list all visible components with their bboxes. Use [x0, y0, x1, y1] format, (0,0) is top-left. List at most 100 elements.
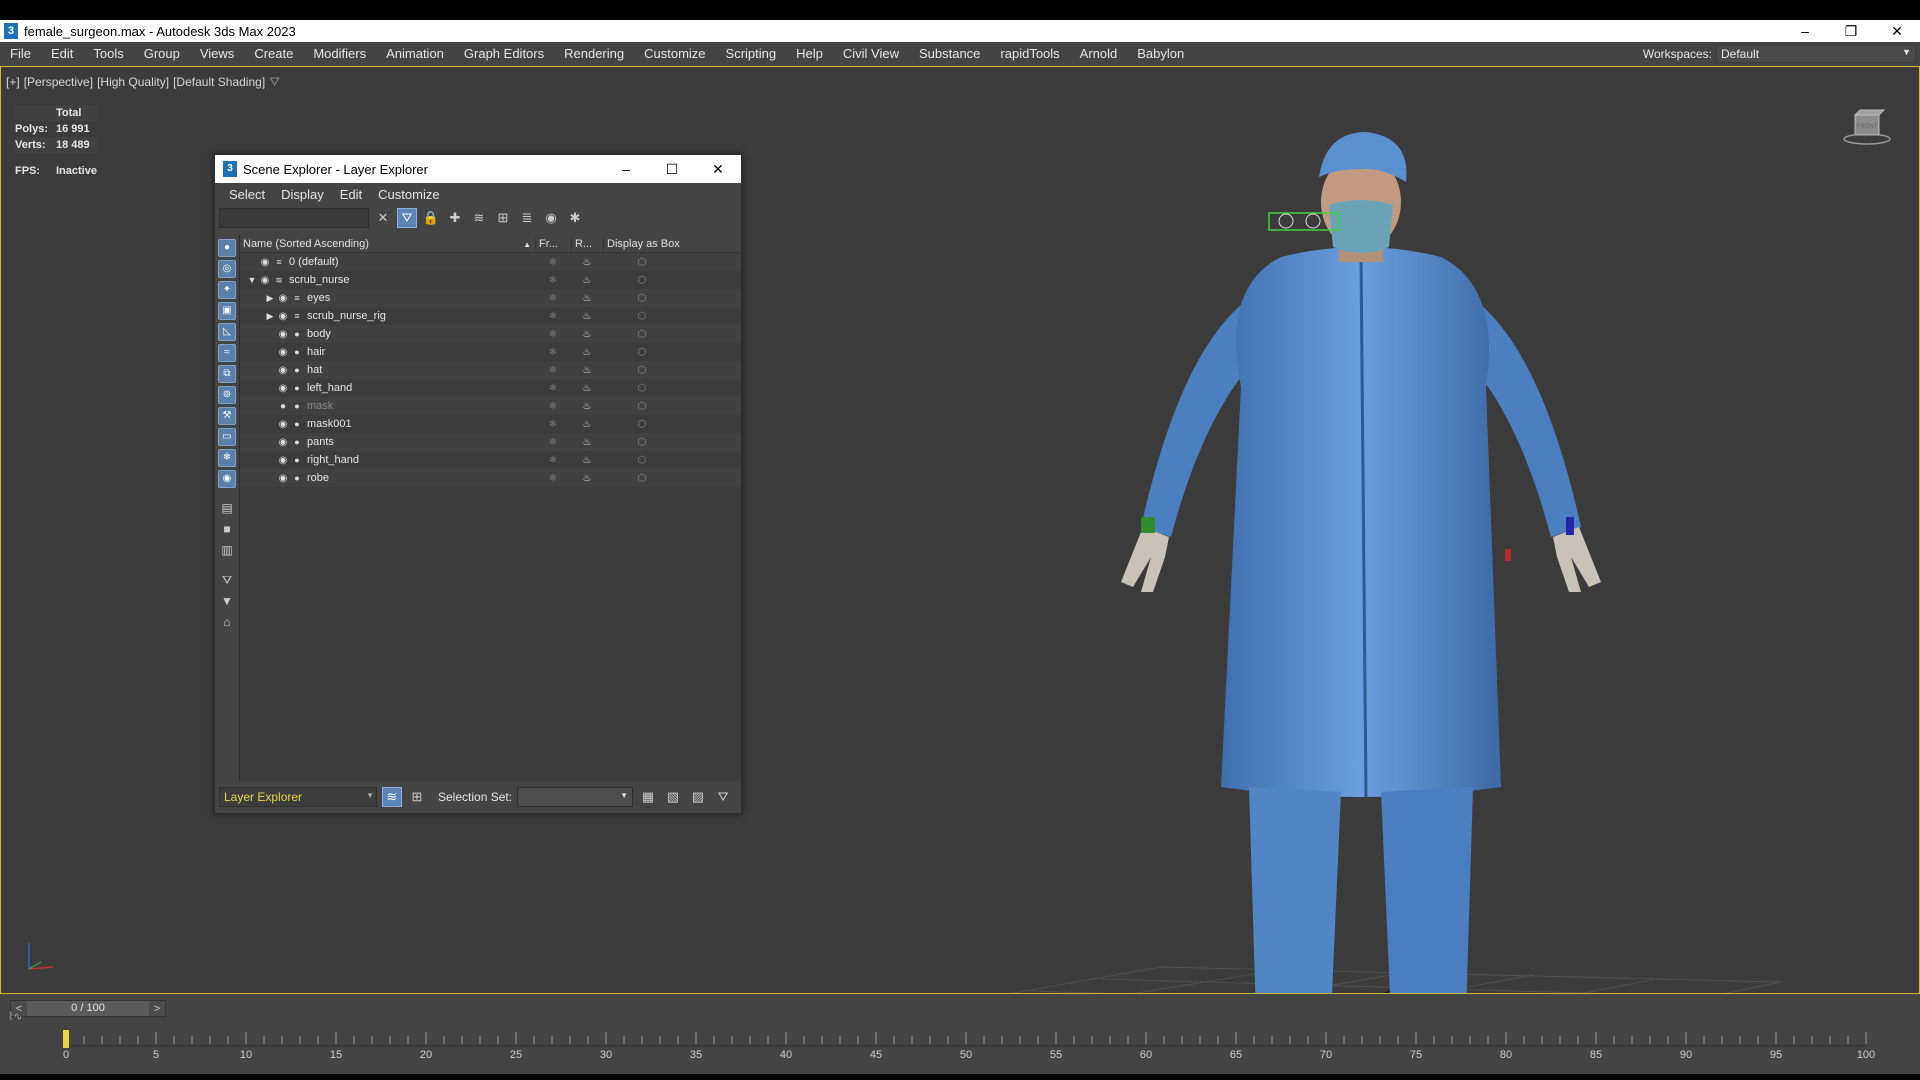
lock-icon[interactable]: 🔒: [421, 208, 441, 228]
renderable-teapot-icon[interactable]: ♨: [571, 365, 603, 376]
renderable-teapot-icon[interactable]: ♨: [571, 419, 603, 430]
freeze-icon[interactable]: ❄: [535, 401, 571, 412]
sort-by-hierarchy-icon[interactable]: ⊞: [407, 787, 427, 807]
renderable-teapot-icon[interactable]: ♨: [571, 311, 603, 322]
menu-edit[interactable]: Edit: [41, 42, 83, 66]
explorer-close-button[interactable]: ✕: [695, 155, 741, 183]
layer-row[interactable]: ◉ ● robe ❄ ♨ ⬡: [240, 469, 741, 487]
renderable-teapot-icon[interactable]: ♨: [571, 257, 603, 268]
renderable-teapot-icon[interactable]: ♨: [571, 401, 603, 412]
display-as-box-icon[interactable]: ⬡: [603, 257, 741, 268]
sync-selection-icon[interactable]: ✱: [565, 208, 585, 228]
display-as-box-icon[interactable]: ⬡: [603, 401, 741, 412]
layer-row[interactable]: ◉ ● hair ❄ ♨ ⬡: [240, 343, 741, 361]
filter-toggle-icon[interactable]: ⛛: [397, 208, 417, 228]
freeze-icon[interactable]: ❄: [535, 455, 571, 466]
display-as-box-icon[interactable]: ⬡: [603, 365, 741, 376]
footer-filter-icon[interactable]: ⛛: [713, 787, 733, 807]
display-none-icon[interactable]: ■: [218, 521, 236, 539]
renderable-teapot-icon[interactable]: ♨: [571, 455, 603, 466]
display-as-box-icon[interactable]: ⬡: [603, 455, 741, 466]
bones-filter-icon[interactable]: ⚒: [218, 407, 236, 425]
selection-set-dropdown[interactable]: ▼: [517, 787, 634, 807]
curve-editor-icon[interactable]: ⌇∿: [8, 1010, 23, 1023]
workspaces-dropdown[interactable]: Default ▼: [1716, 45, 1916, 63]
create-layer-icon[interactable]: ✚: [445, 208, 465, 228]
expand-toggle-icon[interactable]: ▶: [264, 311, 276, 322]
viewport-general-menu[interactable]: [+]: [6, 75, 20, 89]
explorer-maximize-button[interactable]: ☐: [649, 155, 695, 183]
highlight-icon[interactable]: ◉: [541, 208, 561, 228]
helpers-filter-icon[interactable]: ◺: [218, 323, 236, 341]
layers-stack-icon[interactable]: ≣: [517, 208, 537, 228]
renderable-teapot-icon[interactable]: ♨: [571, 347, 603, 358]
viewport-quality-menu[interactable]: [High Quality]: [97, 75, 169, 89]
menu-substance[interactable]: Substance: [909, 42, 990, 66]
explorer-minimize-button[interactable]: –: [603, 155, 649, 183]
freeze-icon[interactable]: ❄: [535, 365, 571, 376]
layer-row[interactable]: ◉ ● mask001 ❄ ♨ ⬡: [240, 415, 741, 433]
close-button[interactable]: ✕: [1874, 20, 1920, 42]
explorer-menu-edit[interactable]: Edit: [332, 187, 370, 202]
explorer-menu-select[interactable]: Select: [221, 187, 273, 202]
freeze-icon[interactable]: ❄: [535, 473, 571, 484]
expand-toggle-icon[interactable]: ▶: [264, 293, 276, 304]
renderable-teapot-icon[interactable]: ♨: [571, 473, 603, 484]
freeze-icon[interactable]: ❄: [535, 293, 571, 304]
display-as-box-icon[interactable]: ⬡: [603, 419, 741, 430]
filter-options-icon[interactable]: ⛛: [218, 572, 236, 590]
freeze-icon[interactable]: ❄: [535, 257, 571, 268]
display-as-box-icon[interactable]: ⬡: [603, 293, 741, 304]
layer-row[interactable]: ▶ ◉ ≡ scrub_nurse_rig ❄ ♨ ⬡: [240, 307, 741, 325]
layer-row[interactable]: ▶ ◉ ≡ eyes ❄ ♨ ⬡: [240, 289, 741, 307]
frozen-filter-icon[interactable]: ❄: [218, 449, 236, 467]
eye-icon[interactable]: ◉: [258, 257, 272, 268]
layer-row[interactable]: ◉ ● left_hand ❄ ♨ ⬡: [240, 379, 741, 397]
hidden-filter-icon[interactable]: ◉: [218, 470, 236, 488]
add-to-layer-icon[interactable]: ≋: [469, 208, 489, 228]
display-as-box-icon[interactable]: ⬡: [603, 473, 741, 484]
eye-icon[interactable]: ◉: [276, 437, 290, 448]
spacewarps-filter-icon[interactable]: ≈: [218, 344, 236, 362]
viewcube-icon[interactable]: FRONT: [1843, 107, 1891, 147]
xrefs-filter-icon[interactable]: ⊚: [218, 386, 236, 404]
freeze-icon[interactable]: ❄: [535, 419, 571, 430]
display-as-box-icon[interactable]: ⬡: [603, 311, 741, 322]
eye-icon[interactable]: ◉: [276, 329, 290, 340]
column-frozen-header[interactable]: Fr...: [535, 237, 571, 250]
menu-file[interactable]: File: [0, 42, 41, 66]
viewport-point-of-view-menu[interactable]: [Perspective]: [24, 75, 93, 89]
scene-explorer-title-bar[interactable]: 3 Scene Explorer - Layer Explorer – ☐ ✕: [215, 155, 741, 183]
eye-icon[interactable]: ◉: [276, 311, 290, 322]
groups-filter-icon[interactable]: ⧉: [218, 365, 236, 383]
menu-group[interactable]: Group: [134, 42, 190, 66]
invert-display-icon[interactable]: ▥: [218, 542, 236, 560]
freeze-icon[interactable]: ❄: [535, 347, 571, 358]
eye-icon[interactable]: ◉: [258, 275, 272, 286]
time-slider-thumb[interactable]: 0 / 100: [27, 1001, 149, 1016]
freeze-icon[interactable]: ❄: [535, 275, 571, 286]
eye-icon[interactable]: ◉: [276, 455, 290, 466]
renderable-teapot-icon[interactable]: ♨: [571, 437, 603, 448]
layer-row[interactable]: ◉ ● pants ❄ ♨ ⬡: [240, 433, 741, 451]
freeze-icon[interactable]: ❄: [535, 383, 571, 394]
layer-row[interactable]: ◉ ● hat ❄ ♨ ⬡: [240, 361, 741, 379]
timeline-track[interactable]: 0 5 10 15 20 25 30 35 40 45 50 55 60 65 70 75 80 85 90 95 10…: [28, 1024, 1912, 1064]
menu-views[interactable]: Views: [190, 42, 244, 66]
column-display-box-header[interactable]: Display as Box: [603, 237, 741, 250]
column-name-header[interactable]: Name (Sorted Ascending) ▲: [240, 238, 535, 250]
display-all-icon[interactable]: ▤: [218, 500, 236, 518]
scene-explorer-window[interactable]: 3 Scene Explorer - Layer Explorer – ☐ ✕ …: [214, 154, 742, 814]
funnel-icon[interactable]: ▼: [218, 593, 236, 611]
renderable-teapot-icon[interactable]: ♨: [571, 275, 603, 286]
timeline-current-frame-marker[interactable]: [63, 1030, 69, 1048]
eye-icon[interactable]: ◉: [276, 347, 290, 358]
explorer-menu-display[interactable]: Display: [273, 187, 332, 202]
cameras-filter-icon[interactable]: ▣: [218, 302, 236, 320]
shapes-filter-icon[interactable]: ◎: [218, 260, 236, 278]
menu-babylon[interactable]: Babylon: [1127, 42, 1194, 66]
column-render-header[interactable]: R...: [571, 237, 603, 250]
menu-help[interactable]: Help: [786, 42, 833, 66]
menu-arnold[interactable]: Arnold: [1070, 42, 1128, 66]
minimize-button[interactable]: –: [1782, 20, 1828, 42]
